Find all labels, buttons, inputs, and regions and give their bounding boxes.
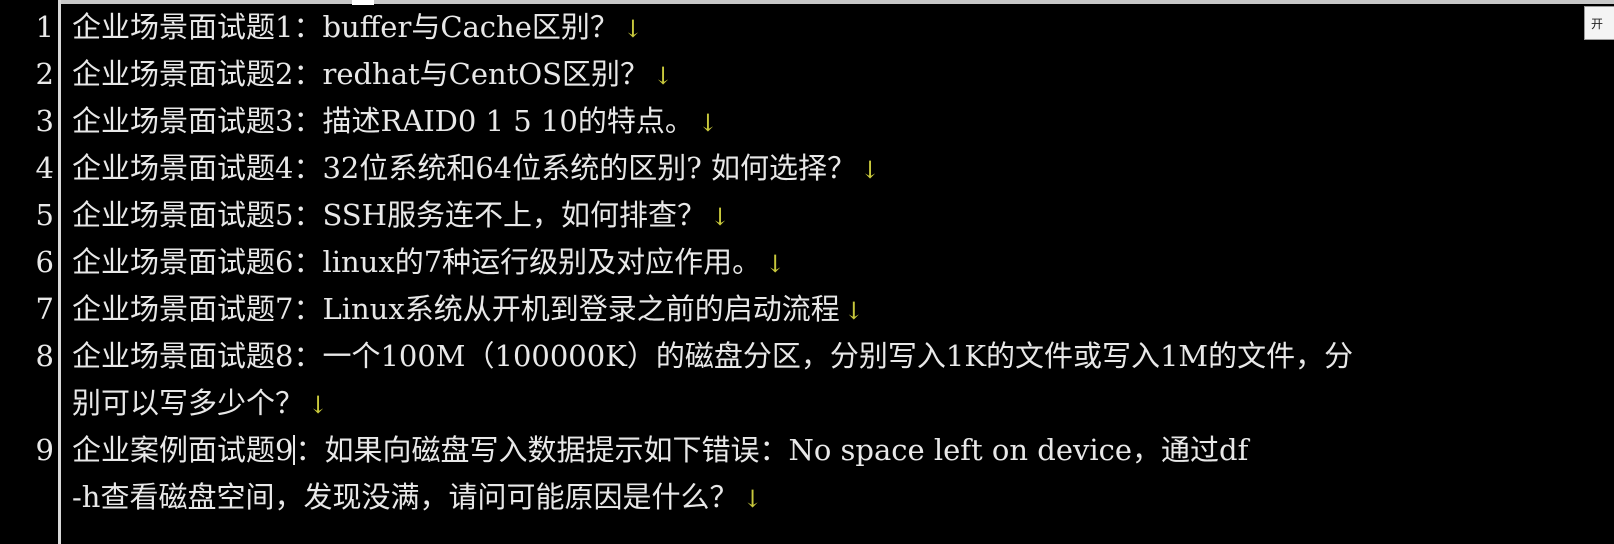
text-editor[interactable]: 开 1 企业场景面试题1：buffer与Cache区别？ ↓ 2 企业场景面试题2… xyxy=(0,0,1614,544)
line-text[interactable]: 企业场景面试题6：linux的7种运行级别及对应作用。 ↓ xyxy=(72,239,785,288)
text-line[interactable]: 2 企业场景面试题2：redhat与CentOS区别？ ↓ xyxy=(0,51,1574,98)
line-number: 1 xyxy=(35,10,54,44)
line-text[interactable]: 企业场景面试题8：一个100M（100000K）的磁盘分区，分别写入1K的文件或… xyxy=(72,333,1357,382)
line-text[interactable]: 企业场景面试题5：SSH服务连不上，如何排查？ ↓ xyxy=(72,192,730,241)
line-number: 3 xyxy=(35,104,54,138)
line-text[interactable]: 企业场景面试题4：32位系统和64位系统的区别? 如何选择？ ↓ xyxy=(72,145,880,194)
line-content: 别可以写多少个？ xyxy=(72,386,305,420)
text-line[interactable]: 4 企业场景面试题4：32位系统和64位系统的区别? 如何选择？ ↓ xyxy=(0,145,1574,192)
line-text[interactable]: -h查看磁盘空间，发现没满，请问可能原因是什么？ ↓ xyxy=(72,474,763,523)
line-text[interactable]: 企业场景面试题3：描述RAID0 1 5 10的特点。 ↓ xyxy=(72,98,718,147)
text-line-wrapped[interactable]: 别可以写多少个？ ↓ xyxy=(0,380,1574,427)
line-text[interactable]: 企业场景面试题1：buffer与Cache区别？ ↓ xyxy=(72,4,643,53)
line-content: 企业场景面试题3：描述RAID0 1 5 10的特点。 xyxy=(72,104,694,138)
text-line[interactable]: 5 企业场景面试题5：SSH服务连不上，如何排查？ ↓ xyxy=(0,192,1574,239)
text-line[interactable]: 8 企业场景面试题8：一个100M（100000K）的磁盘分区，分别写入1K的文… xyxy=(0,333,1574,380)
line-break-arrow-icon: ↓ xyxy=(843,297,864,325)
line-break-arrow-icon: ↓ xyxy=(697,109,718,137)
line-content: 企业场景面试题2：redhat与CentOS区别？ xyxy=(72,57,649,91)
corner-button[interactable]: 开 xyxy=(1584,6,1614,40)
text-line[interactable]: 9 企业案例面试题9：如果向磁盘写入数据提示如下错误：No space left… xyxy=(0,427,1574,474)
text-lines[interactable]: 1 企业场景面试题1：buffer与Cache区别？ ↓ 2 企业场景面试题2：r… xyxy=(0,4,1574,521)
line-number: 4 xyxy=(35,151,54,185)
line-text[interactable]: 企业场景面试题2：redhat与CentOS区别？ ↓ xyxy=(72,51,673,100)
line-content: 企业场景面试题5：SSH服务连不上，如何排查？ xyxy=(72,198,706,232)
line-break-arrow-icon: ↓ xyxy=(860,156,881,184)
line-content: 企业场景面试题8：一个100M（100000K）的磁盘分区，分别写入1K的文件或… xyxy=(72,339,1354,373)
text-line[interactable]: 3 企业场景面试题3：描述RAID0 1 5 10的特点。 ↓ xyxy=(0,98,1574,145)
line-break-arrow-icon: ↓ xyxy=(709,203,731,231)
line-break-arrow-icon: ↓ xyxy=(622,15,643,43)
line-content-before-caret: 企业案例面试题9 xyxy=(72,433,294,467)
line-break-arrow-icon: ↓ xyxy=(653,62,674,90)
line-text[interactable]: 别可以写多少个？ ↓ xyxy=(72,380,328,429)
line-content: 企业场景面试题7：Linux系统从开机到登录之前的启动流程 xyxy=(72,292,840,326)
text-line[interactable]: 7 企业场景面试题7：Linux系统从开机到登录之前的启动流程 ↓ xyxy=(0,286,1574,333)
line-break-arrow-icon: ↓ xyxy=(742,485,763,513)
text-line-wrapped[interactable]: -h查看磁盘空间，发现没满，请问可能原因是什么？ ↓ xyxy=(0,474,1574,521)
line-content: 企业场景面试题4：32位系统和64位系统的区别? 如何选择？ xyxy=(72,151,857,185)
line-content: 企业场景面试题6：linux的7种运行级别及对应作用。 xyxy=(72,245,762,279)
line-number: 2 xyxy=(35,57,54,91)
line-content: 企业场景面试题1：buffer与Cache区别？ xyxy=(72,10,619,44)
line-number: 5 xyxy=(35,198,54,232)
line-number: 8 xyxy=(35,339,54,373)
line-break-arrow-icon: ↓ xyxy=(308,391,329,419)
line-content: -h查看磁盘空间，发现没满，请问可能原因是什么？ xyxy=(72,480,739,514)
text-line[interactable]: 6 企业场景面试题6：linux的7种运行级别及对应作用。 ↓ xyxy=(0,239,1574,286)
line-text[interactable]: 企业场景面试题7：Linux系统从开机到登录之前的启动流程 ↓ xyxy=(72,286,864,335)
line-number: 6 xyxy=(35,245,54,279)
line-break-arrow-icon: ↓ xyxy=(765,250,786,278)
text-line[interactable]: 1 企业场景面试题1：buffer与Cache区别？ ↓ xyxy=(0,4,1574,51)
line-content: ：如果向磁盘写入数据提示如下错误：No space left on device… xyxy=(295,433,1249,467)
line-text[interactable]: 企业案例面试题9：如果向磁盘写入数据提示如下错误：No space left o… xyxy=(72,427,1252,476)
line-number: 7 xyxy=(35,292,54,326)
line-number: 9 xyxy=(35,433,54,467)
